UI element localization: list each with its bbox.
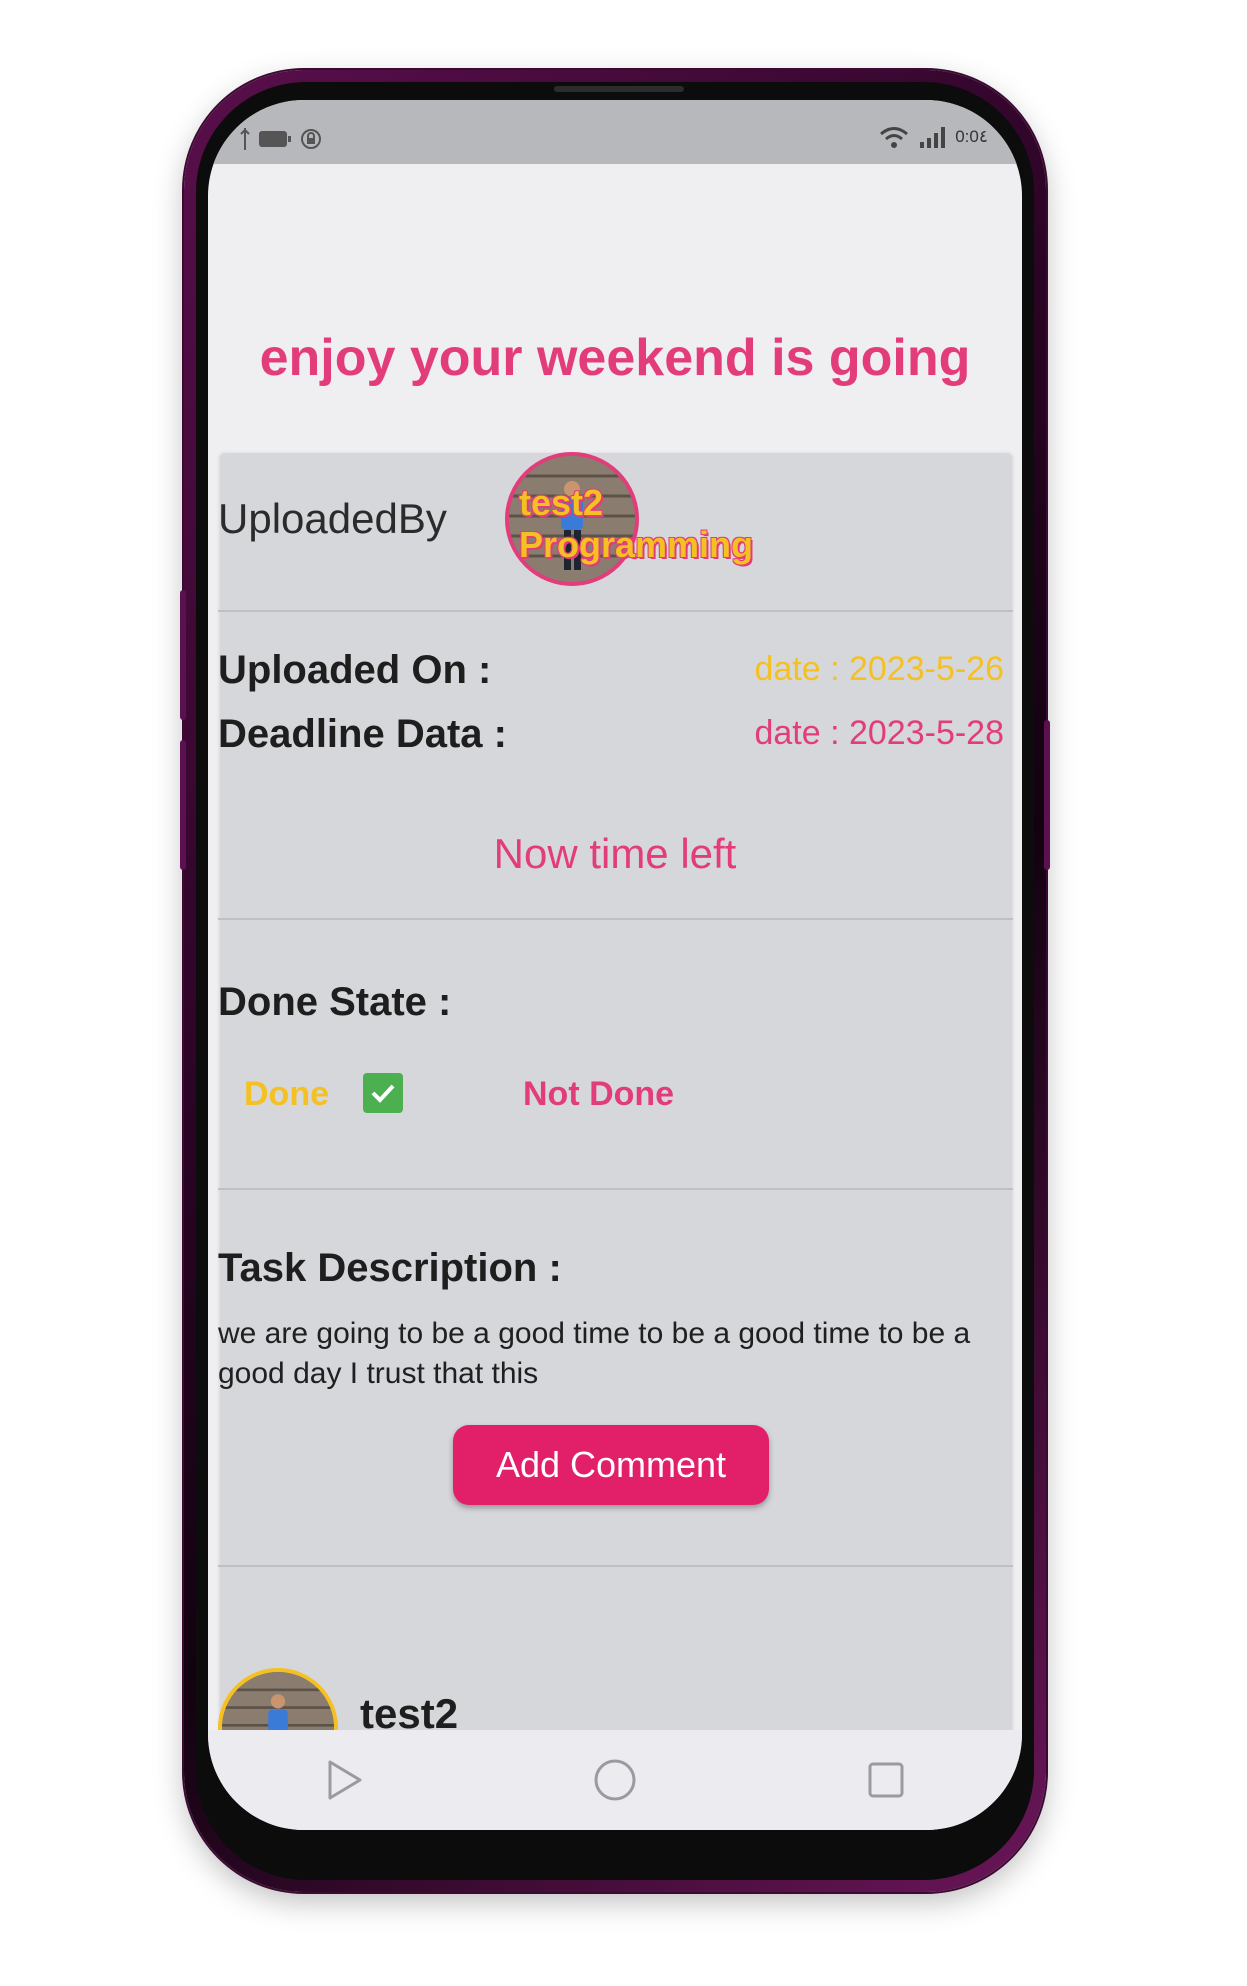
nav-recents-button[interactable]	[856, 1750, 916, 1810]
uploader-position: Programming	[519, 524, 754, 565]
usb-icon	[240, 128, 250, 150]
check-icon	[371, 1084, 395, 1103]
nav-back-button[interactable]	[314, 1750, 374, 1810]
volume-down-button	[180, 740, 186, 870]
recents-icon	[868, 1762, 904, 1798]
task-description-label: Task Description :	[218, 1246, 562, 1290]
wifi-icon	[880, 127, 909, 148]
divider-2	[218, 918, 1013, 920]
task-title: enjoy your weekend is going	[259, 329, 971, 387]
battery-icon	[259, 131, 291, 147]
add-comment-button[interactable]: Add Comment	[453, 1425, 769, 1505]
not-done-option[interactable]: Not Done	[523, 1075, 674, 1114]
home-icon	[594, 1759, 636, 1801]
signal-icon	[920, 127, 946, 148]
power-button	[1044, 720, 1050, 870]
volume-up-button	[180, 590, 186, 720]
divider-1	[218, 610, 1013, 612]
screen: 0:0٤ enjoy your weekend is going Uploade…	[208, 100, 1022, 1830]
divider-3	[218, 1188, 1013, 1190]
divider-4	[218, 1565, 1013, 1567]
system-nav-bar	[208, 1730, 1022, 1830]
status-left	[240, 128, 322, 150]
back-icon	[328, 1760, 362, 1800]
deadline-date: date : 2023-5-28	[754, 714, 1004, 752]
uploader-name: test2	[519, 482, 604, 523]
status-right: 0:0٤	[879, 126, 988, 148]
lock-icon	[301, 129, 321, 149]
time-left-text: Now time left	[493, 830, 737, 877]
nav-home-button[interactable]	[585, 1750, 645, 1810]
uploaded-on-label: Uploaded On :	[218, 648, 492, 692]
uploaded-on-date: date : 2023-5-26	[754, 650, 1004, 688]
status-time: 0:0٤	[955, 127, 988, 146]
deadline-label: Deadline Data :	[218, 712, 507, 756]
uploaded-by-label: UploadedBy	[218, 495, 447, 542]
status-bar: 0:0٤	[208, 100, 1022, 164]
done-checkbox[interactable]	[363, 1073, 403, 1113]
done-state-label: Done State :	[218, 980, 452, 1024]
task-description-text: we are going to be a good time to be a g…	[218, 1317, 971, 1390]
earpiece-speaker	[554, 86, 684, 92]
done-option-label[interactable]: Done	[244, 1075, 329, 1114]
